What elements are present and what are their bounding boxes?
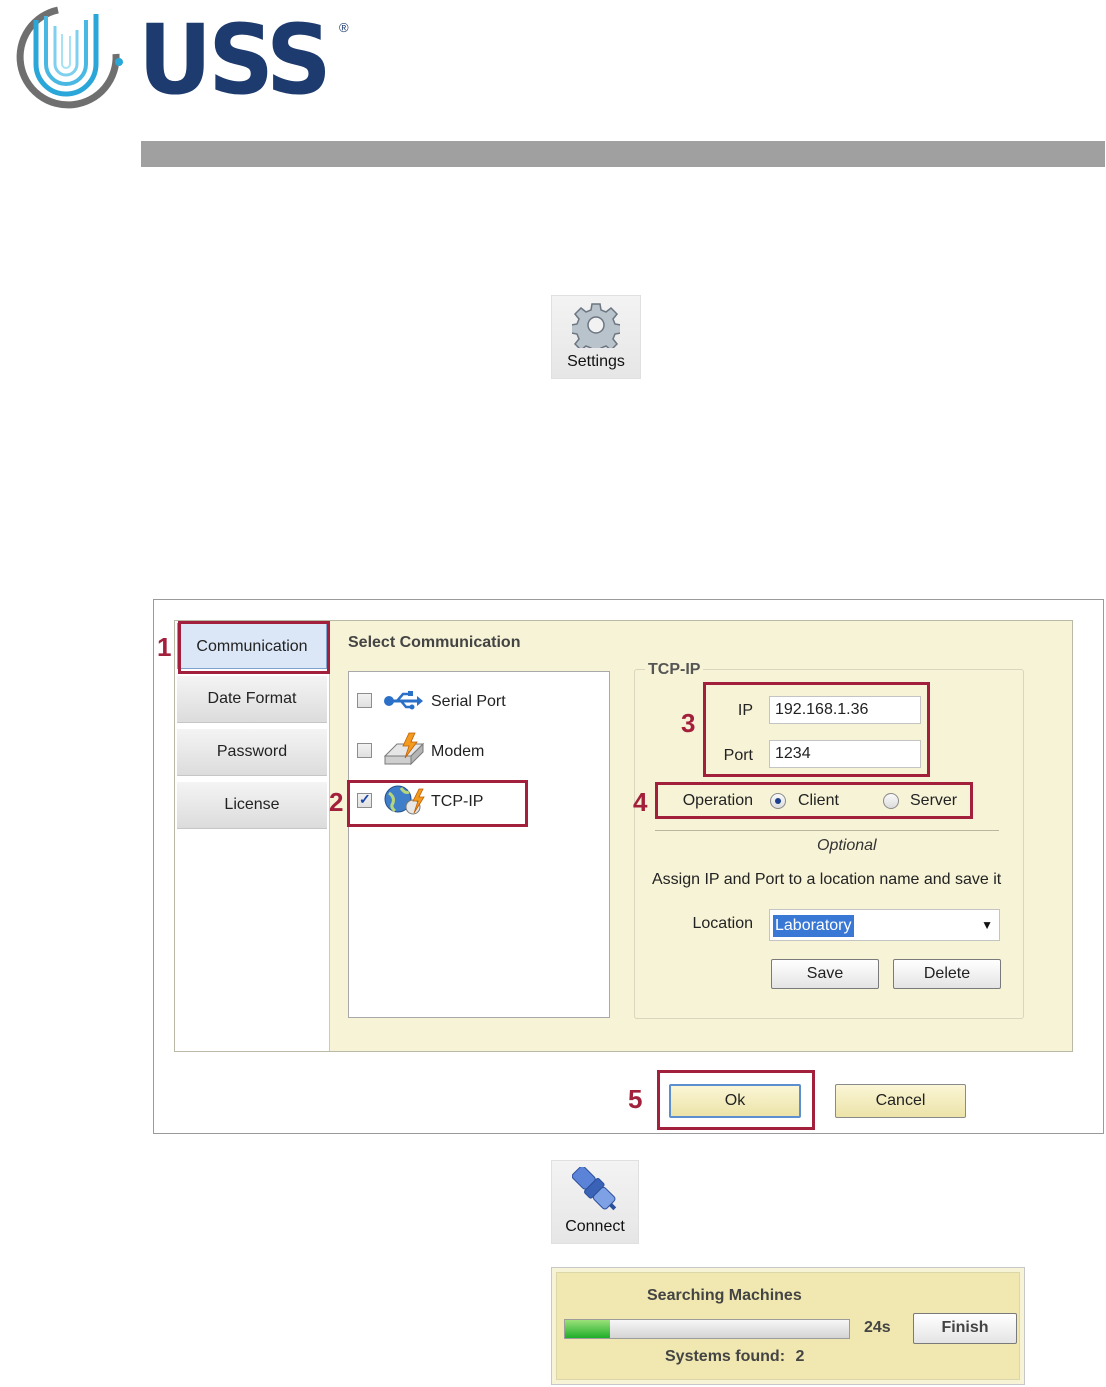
systems-found-count: 2 [795,1348,805,1365]
assign-instructions: Assign IP and Port to a location name an… [652,871,1002,888]
logo-wordmark: USS [138,4,332,116]
settings-dialog: Communication Date Format Password Licen… [153,599,1104,1134]
annotation-1: 1 [157,632,172,662]
communication-list: Serial Port Modem TCP-IP [348,671,610,1018]
tcp-ip-legend: TCP-IP [645,661,704,679]
modem-icon [383,732,425,766]
progress-fill [565,1320,611,1338]
elapsed-time: 24s [864,1319,891,1336]
header-bar [141,141,1105,167]
modem-label: Modem [431,743,485,760]
search-progress-bar [564,1319,850,1339]
search-title: Searching Machines [647,1287,802,1304]
registered-mark: ® [339,20,349,35]
connect-label: Connect [565,1218,625,1235]
usb-icon [384,691,423,710]
cancel-button[interactable]: Cancel [835,1084,966,1118]
annotation-4: 4 [633,787,648,817]
searching-machines-panel: Searching Machines 24s Finish Systems fo… [551,1267,1025,1385]
systems-found-label: Systems found: [665,1348,786,1365]
location-select[interactable]: Laboratory ▼ [769,909,1000,941]
highlight-ok-button [657,1070,815,1130]
select-communication-title: Select Communication [348,634,521,651]
highlight-ip-port [703,682,930,777]
tab-date-format[interactable]: Date Format [177,676,327,723]
settings-button[interactable]: Settings [551,295,641,379]
annotation-5: 5 [628,1084,643,1114]
systems-found: Systems found: 2 [665,1348,804,1366]
dialog-content-panel: Communication Date Format Password Licen… [174,620,1073,1052]
settings-label: Settings [567,353,625,370]
plug-connect-icon [572,1167,617,1211]
serial-port-label: Serial Port [431,693,506,710]
uss-logo: USS ® [6,4,356,116]
settings-tabs: Communication Date Format Password Licen… [175,621,330,1051]
location-value: Laboratory [773,915,854,937]
annotation-2: 2 [329,787,344,817]
serial-port-checkbox[interactable] [357,693,372,708]
search-panel-inner: Searching Machines 24s Finish Systems fo… [556,1272,1020,1380]
highlight-tcp-ip-option [347,780,528,827]
highlight-operation [655,782,973,819]
gear-icon [572,303,620,348]
tab-password[interactable]: Password [177,729,327,776]
annotation-3: 3 [681,708,696,738]
highlight-communication-tab [178,621,330,674]
location-label: Location [692,915,754,932]
connect-button[interactable]: Connect [551,1160,639,1244]
delete-button[interactable]: Delete [893,959,1001,989]
finish-button[interactable]: Finish [913,1313,1017,1344]
chevron-down-icon: ▼ [981,918,993,932]
optional-label: Optional [817,837,877,854]
modem-checkbox[interactable] [357,743,372,758]
save-button[interactable]: Save [771,959,879,989]
logo-mark-icon [16,6,123,109]
tab-license[interactable]: License [177,782,327,829]
divider [655,830,999,831]
